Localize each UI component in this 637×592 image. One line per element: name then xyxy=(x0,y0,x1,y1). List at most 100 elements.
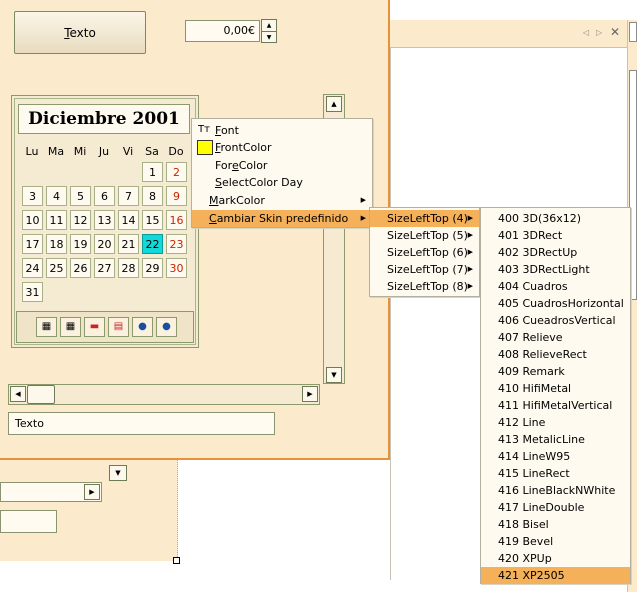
style-submenu-item[interactable]: 401 3DRect xyxy=(481,227,630,244)
context-menu-item[interactable]: Cambiar Skin predefinido ▶ xyxy=(192,210,372,227)
style-submenu-label: 419 Bevel xyxy=(498,535,554,548)
style-submenu-item[interactable]: 421 XP2505 xyxy=(481,567,630,584)
style-submenu-item[interactable]: 417 LineDouble xyxy=(481,499,630,516)
calendar-day[interactable]: 28 xyxy=(118,258,139,278)
style-submenu-item[interactable]: 400 3D(36x12) xyxy=(481,210,630,227)
resize-handle[interactable] xyxy=(173,557,180,564)
partial-right-arrow-icon[interactable]: ▶ xyxy=(84,484,100,500)
calendar-day[interactable]: 29 xyxy=(142,258,163,278)
calendar-day[interactable]: 13 xyxy=(94,210,115,230)
style-submenu-item[interactable]: 409 Remark xyxy=(481,363,630,380)
calendar-day[interactable]: 1 xyxy=(142,162,163,182)
scroll-up-icon[interactable]: ▲ xyxy=(326,96,342,112)
menu-item-accelerator: C xyxy=(209,212,217,225)
style-submenu-item[interactable]: 412 Line xyxy=(481,414,630,431)
skin-submenu-item[interactable]: SizeLeftTop (8) ▶ xyxy=(370,278,479,295)
calendar-day-header: Sa xyxy=(145,145,159,158)
calendar-day[interactable]: 16 xyxy=(166,210,187,230)
style-submenu-item[interactable]: 403 3DRectLight xyxy=(481,261,630,278)
calendar-day[interactable]: 25 xyxy=(46,258,67,278)
calendar-day[interactable]: 6 xyxy=(94,186,115,206)
calendar-day[interactable]: 11 xyxy=(46,210,67,230)
calendar-day[interactable]: 15 xyxy=(142,210,163,230)
dropdown-arrow-icon[interactable]: ▼ xyxy=(109,465,127,481)
style-submenu-item[interactable]: 411 HifiMetalVertical xyxy=(481,397,630,414)
skin-submenu-item[interactable]: SizeLeftTop (7) ▶ xyxy=(370,261,479,278)
calendar-day[interactable]: 23 xyxy=(166,234,187,254)
right-edge-tab[interactable] xyxy=(629,22,637,42)
calendar-day[interactable]: 9 xyxy=(166,186,187,206)
calendar-day[interactable]: 19 xyxy=(70,234,91,254)
style-submenu-item[interactable]: 405 CuadrosHorizontal xyxy=(481,295,630,312)
calendar-day[interactable]: 12 xyxy=(70,210,91,230)
style-submenu-label: 401 3DRect xyxy=(498,229,563,242)
calendar-grid-alt-icon[interactable]: ▦ xyxy=(60,317,81,337)
calendar-remove-icon[interactable]: ▬ xyxy=(84,317,105,337)
context-menu-item[interactable]: MarkColor ▶ xyxy=(192,192,372,209)
style-submenu-item[interactable]: 420 XPUp xyxy=(481,550,630,567)
calendar-day[interactable]: 30 xyxy=(166,258,187,278)
calendar-day[interactable]: 21 xyxy=(118,234,139,254)
calendar-day[interactable]: 3 xyxy=(22,186,43,206)
skin-submenu-label: SizeLeftTop (6) xyxy=(387,246,468,259)
context-menu-item[interactable]: Tт Font xyxy=(192,122,372,139)
style-submenu-item[interactable]: 416 LineBlackNWhite xyxy=(481,482,630,499)
style-submenu-item[interactable]: 410 HifiMetal xyxy=(481,380,630,397)
calendar-day[interactable]: 26 xyxy=(70,258,91,278)
style-submenu-item[interactable]: 407 Relieve xyxy=(481,329,630,346)
calendar-day[interactable]: 8 xyxy=(142,186,163,206)
next-icon[interactable]: ▷ xyxy=(596,28,602,37)
style-submenu-item[interactable]: 414 LineW95 xyxy=(481,448,630,465)
calendar-clear-icon[interactable]: ▤ xyxy=(108,317,129,337)
calendar-grid-icon[interactable]: ▦ xyxy=(36,317,57,337)
calendar-day[interactable]: 22 xyxy=(142,234,163,254)
scroll-down-icon[interactable]: ▼ xyxy=(326,367,342,383)
close-icon[interactable]: ✕ xyxy=(610,25,620,39)
scroll-thumb[interactable] xyxy=(27,385,55,404)
partial-text-field[interactable] xyxy=(0,510,57,533)
calendar-day[interactable]: 17 xyxy=(22,234,43,254)
calendar-day[interactable]: 2 xyxy=(166,162,187,182)
style-submenu-item[interactable]: 415 LineRect xyxy=(481,465,630,482)
text-input[interactable]: Texto xyxy=(8,412,275,435)
style-submenu-item[interactable]: 404 Cuadros xyxy=(481,278,630,295)
context-menu-item[interactable]: SelectColor Day xyxy=(192,174,372,191)
calendar-day[interactable]: 10 xyxy=(22,210,43,230)
calendar-day[interactable]: 20 xyxy=(94,234,115,254)
style-submenu-item[interactable]: 408 RelieveRect xyxy=(481,346,630,363)
scroll-left-icon[interactable]: ◀ xyxy=(10,386,26,402)
calendar-title[interactable]: Diciembre 2001 xyxy=(18,104,190,134)
menu-item-label: arkColor xyxy=(218,194,265,207)
skin-submenu-item[interactable]: SizeLeftTop (5) ▶ xyxy=(370,227,479,244)
spin-up-icon[interactable]: ▲ xyxy=(262,20,276,32)
calendar-day[interactable]: 24 xyxy=(22,258,43,278)
calendar-day[interactable]: 7 xyxy=(118,186,139,206)
prev-icon[interactable]: ◁ xyxy=(583,28,589,37)
submenu-arrow-icon: ▶ xyxy=(467,265,473,273)
calendar-day[interactable]: 5 xyxy=(70,186,91,206)
style-submenu-item[interactable]: 413 MetalicLine xyxy=(481,431,630,448)
globe-add-icon[interactable]: ● xyxy=(156,317,177,337)
context-menu-item[interactable]: ForeColor xyxy=(192,157,372,174)
style-submenu-item[interactable]: 418 Bisel xyxy=(481,516,630,533)
scroll-right-icon[interactable]: ▶ xyxy=(302,386,318,402)
style-submenu-item[interactable]: 406 CueadrosVertical xyxy=(481,312,630,329)
calendar-day[interactable]: 18 xyxy=(46,234,67,254)
skin-submenu-item[interactable]: SizeLeftTop (4) ▶ xyxy=(370,210,479,227)
spin-down-icon[interactable]: ▼ xyxy=(262,32,276,43)
submenu-arrow-icon: ▶ xyxy=(467,231,473,239)
style-submenu-item[interactable]: 419 Bevel xyxy=(481,533,630,550)
currency-spinner[interactable]: ▲ ▼ xyxy=(261,19,277,43)
currency-field[interactable]: 0,00€ xyxy=(185,20,260,42)
context-menu-item[interactable]: FrontColor xyxy=(192,139,372,156)
globe-icon[interactable]: ● xyxy=(132,317,153,337)
calendar-day[interactable]: 31 xyxy=(22,282,43,302)
menu-item-accelerator: S xyxy=(215,176,222,189)
calendar-day[interactable]: 14 xyxy=(118,210,139,230)
text-button[interactable]: Texto xyxy=(14,11,146,54)
skin-submenu-item[interactable]: SizeLeftTop (6) ▶ xyxy=(370,244,479,261)
calendar-day[interactable]: 27 xyxy=(94,258,115,278)
calendar-day[interactable]: 4 xyxy=(46,186,67,206)
style-submenu-item[interactable]: 402 3DRectUp xyxy=(481,244,630,261)
menu-item-accelerator: e xyxy=(231,159,239,172)
